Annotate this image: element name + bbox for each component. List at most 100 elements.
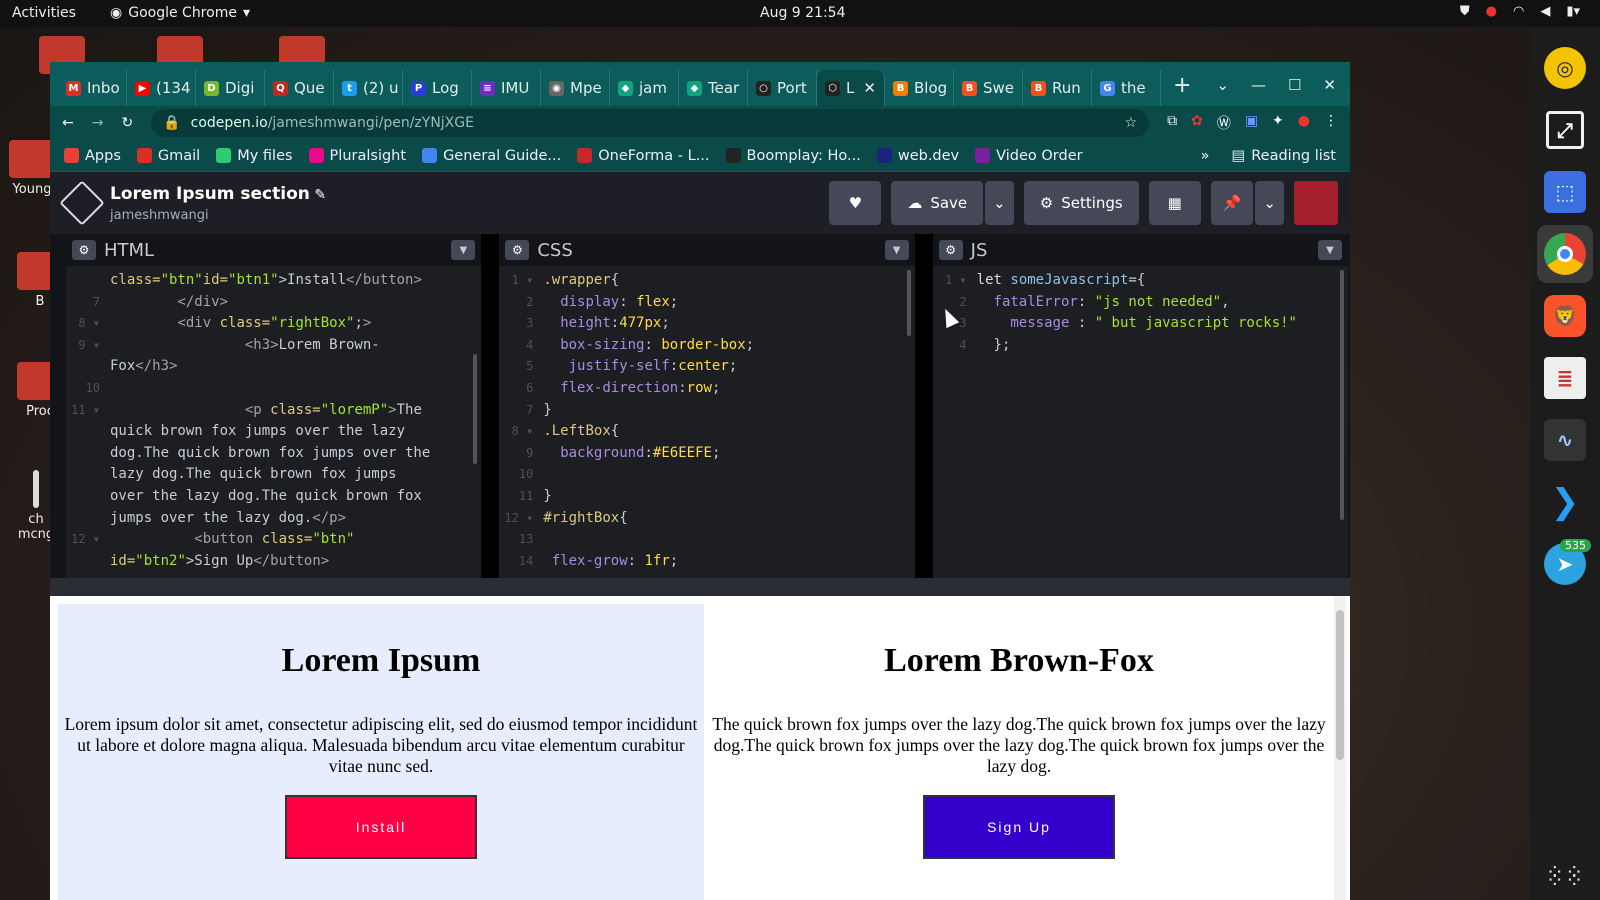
- app-menu[interactable]: ◉ Google Chrome ▾: [110, 5, 250, 21]
- tab-2[interactable]: D Digi: [196, 70, 265, 106]
- preview-scrollbar-thumb[interactable]: [1336, 610, 1344, 760]
- bookmark-6[interactable]: Boomplay: Ho...: [725, 148, 861, 164]
- tab-15[interactable]: Gthe: [1092, 70, 1161, 106]
- preview-scrollbar[interactable]: [1334, 596, 1346, 900]
- dock-telegram[interactable]: ➤ 535: [1537, 535, 1593, 593]
- pin-button[interactable]: 📌: [1210, 181, 1254, 225]
- chevron-down-icon: ⌄: [993, 194, 1006, 212]
- chevron-down-icon[interactable]: ▼: [884, 240, 909, 260]
- dock-chrome[interactable]: [1537, 225, 1593, 283]
- bookmark-0[interactable]: Apps: [64, 148, 121, 164]
- bookmark-favicon-icon: [136, 148, 152, 163]
- gear-icon[interactable]: ⚙: [72, 240, 96, 260]
- clock[interactable]: Aug 9 21:54: [760, 5, 846, 21]
- love-button[interactable]: ♥: [829, 181, 882, 225]
- bookmark-7[interactable]: web.dev: [876, 148, 959, 164]
- tab-14[interactable]: B Run: [1023, 70, 1092, 106]
- tab-5[interactable]: P Log: [403, 70, 472, 106]
- tab-1[interactable]: ▶ (134: [127, 70, 196, 106]
- resize-bar[interactable]: [50, 578, 1350, 596]
- pen-author[interactable]: jameshmwangi: [110, 208, 326, 223]
- tab-4[interactable]: t (2) u: [334, 70, 403, 106]
- dock-screen-area[interactable]: ⬚: [1537, 163, 1593, 221]
- install-button[interactable]: Install: [285, 795, 477, 859]
- bookmark-1[interactable]: Gmail: [136, 148, 200, 164]
- forward-icon[interactable]: →: [92, 115, 104, 131]
- tab-12[interactable]: B Blog: [885, 70, 954, 106]
- user-avatar[interactable]: [1294, 181, 1338, 225]
- sign-up-button[interactable]: Sign Up: [923, 795, 1115, 859]
- star-icon[interactable]: ☆: [1125, 115, 1138, 131]
- left-heading: Lorem Ipsum: [281, 642, 481, 679]
- dock-vscode[interactable]: ❯: [1537, 473, 1593, 531]
- js-code[interactable]: 1 ▾ let someJavascript={ 2 fatalError: "j…: [933, 266, 1348, 356]
- pencil-icon[interactable]: ✎: [314, 187, 326, 203]
- tab-9[interactable]: ◆ Tear: [679, 70, 748, 106]
- address-bar[interactable]: 🔒 codepen.io/jameshmwangi/pen/zYNjXGE ☆: [151, 109, 1150, 137]
- system-tray[interactable]: ⛊ ● ◠ ◀ ▮▾: [1460, 4, 1580, 19]
- bookmark-3[interactable]: Pluralsight: [308, 148, 406, 164]
- more-bookmarks-icon[interactable]: »: [1201, 148, 1210, 164]
- heart-icon: ♥: [848, 194, 863, 212]
- js-scrollbar[interactable]: [1339, 270, 1344, 520]
- reload-icon[interactable]: ↻: [121, 115, 133, 131]
- pin-options-button[interactable]: ⌄: [1255, 181, 1284, 225]
- css-scrollbar[interactable]: [906, 270, 911, 336]
- save-options-button[interactable]: ⌄: [985, 181, 1014, 225]
- tab-11[interactable]: ⬡ L ✕: [817, 70, 885, 106]
- maximize-icon[interactable]: ☐: [1288, 76, 1301, 94]
- gear-icon[interactable]: ⚙: [505, 240, 530, 260]
- back-icon[interactable]: ←: [62, 115, 74, 131]
- html-editor[interactable]: ⚙ HTML ▼ class="btn"id="btn1">Install</but…: [66, 234, 482, 578]
- gear-icon[interactable]: ⚙: [938, 240, 963, 260]
- js-editor[interactable]: ⚙ JS ▼ 1 ▾ let someJavascript={ 2 fatalErro…: [932, 234, 1348, 578]
- extension-icon-2[interactable]: ✿: [1191, 113, 1203, 133]
- tab-search-icon[interactable]: ⌄: [1216, 76, 1229, 94]
- extension-icon-3[interactable]: Ⓦ: [1217, 113, 1231, 133]
- bookmark-favicon-icon: [876, 148, 892, 163]
- minimize-icon[interactable]: —: [1251, 76, 1266, 94]
- dock-brave[interactable]: 🦁: [1537, 287, 1593, 345]
- bookmark-2[interactable]: My files: [216, 148, 293, 164]
- tab-7[interactable]: ◉ Mpe: [541, 70, 610, 106]
- bookmark-4[interactable]: General Guide...: [422, 148, 561, 164]
- bookmark-5[interactable]: OneForma - L...: [577, 148, 710, 164]
- tab-10[interactable]: ○ Port: [748, 70, 817, 106]
- tab-0[interactable]: M Inbo: [58, 70, 127, 106]
- html-scrollbar[interactable]: [473, 354, 478, 464]
- new-tab-button[interactable]: +: [1161, 73, 1203, 106]
- activities-button[interactable]: Activities: [12, 5, 76, 21]
- dock-text-editor[interactable]: ≣: [1537, 349, 1593, 407]
- profile-avatar[interactable]: ●: [1298, 113, 1310, 133]
- html-code[interactable]: class="btn"id="btn1">Install</button> 7 …: [66, 266, 481, 572]
- tab-8[interactable]: ◆ jam: [610, 70, 679, 106]
- save-button[interactable]: ☁ Save: [891, 181, 984, 225]
- extension-icon-1[interactable]: ⧉: [1167, 113, 1177, 133]
- change-view-button[interactable]: ▦: [1148, 181, 1201, 225]
- kebab-menu-icon[interactable]: ⋮: [1324, 113, 1338, 133]
- pen-title[interactable]: Lorem Ipsum section: [110, 184, 310, 204]
- puzzle-icon[interactable]: ✦: [1272, 113, 1284, 133]
- favicon-icon: t: [342, 80, 357, 96]
- dock-system-monitor[interactable]: ∿: [1537, 411, 1593, 469]
- css-editor[interactable]: ⚙ CSS ▼ 1 ▾ .wrapper{ 2 display: flex; 3 he…: [499, 234, 915, 578]
- speaker-icon: ◎: [1544, 47, 1586, 89]
- reading-list-button[interactable]: ▤ Reading list: [1232, 148, 1336, 164]
- codepen-logo-icon[interactable]: [59, 180, 105, 226]
- chevron-down-icon[interactable]: ▼: [1317, 240, 1342, 260]
- close-tab-icon[interactable]: ✕: [863, 79, 876, 97]
- tab-3[interactable]: Q Que: [265, 70, 334, 106]
- close-icon[interactable]: ✕: [1323, 76, 1336, 94]
- chevron-down-icon[interactable]: ▼: [451, 240, 476, 260]
- lion-icon: 🦁: [1544, 295, 1586, 337]
- bookmark-8[interactable]: Video Order: [975, 148, 1083, 164]
- dock-screenshot[interactable]: ⤢: [1537, 101, 1593, 159]
- dock-rhythmbox[interactable]: ◎: [1537, 39, 1593, 97]
- tab-6[interactable]: ≡ IMU: [472, 70, 541, 106]
- record-icon: ●: [1485, 4, 1497, 19]
- tab-13[interactable]: B Swe: [954, 70, 1023, 106]
- show-apps-grid-icon[interactable]: ⁘⁘ ⁘⁘: [1546, 863, 1585, 893]
- css-code[interactable]: 1 ▾ .wrapper{ 2 display: flex; 3 height:4…: [499, 266, 914, 572]
- extension-icon-4[interactable]: ▣: [1245, 113, 1258, 133]
- settings-button[interactable]: ⚙ Settings: [1023, 181, 1139, 225]
